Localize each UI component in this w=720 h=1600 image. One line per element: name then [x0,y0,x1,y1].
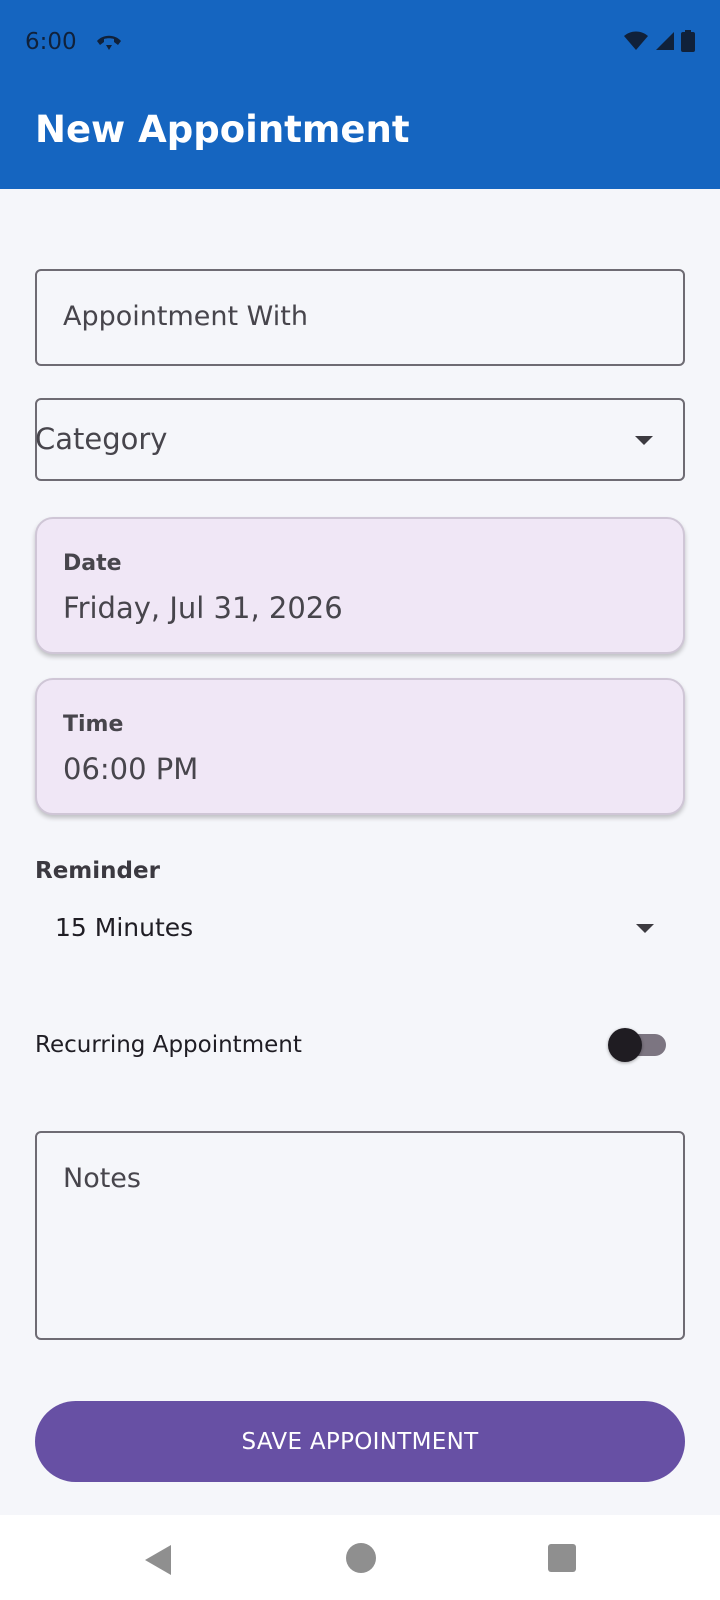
call-end-icon [97,35,121,50]
appointment-with-placeholder: Appointment With [63,301,308,332]
recurring-row: Recurring Appointment [35,1020,685,1070]
cellular-signal-icon [656,32,674,50]
status-icons [623,30,695,52]
app-bar: New Appointment [0,88,720,189]
date-value: Friday, Jul 31, 2026 [63,591,343,625]
back-icon[interactable] [145,1545,171,1575]
system-nav-bar [0,1515,720,1600]
dropdown-arrow-icon [635,436,653,445]
time-value: 06:00 PM [63,752,199,786]
time-label: Time [63,712,124,737]
date-label: Date [63,551,122,576]
toggle-thumb [608,1028,642,1062]
save-appointment-button[interactable]: SAVE APPOINTMENT [35,1401,685,1482]
recents-icon[interactable] [548,1544,576,1572]
category-placeholder: Category [35,422,168,456]
notes-placeholder: Notes [63,1163,141,1194]
date-picker-card[interactable]: Date Friday, Jul 31, 2026 [35,517,685,654]
recurring-toggle[interactable] [608,1028,666,1062]
status-time: 6:00 [25,29,77,55]
reminder-value: 15 Minutes [55,913,194,942]
status-bar: 6:00 [0,0,720,88]
wifi-icon [624,31,648,50]
dropdown-arrow-icon [636,924,654,933]
category-dropdown[interactable]: Category [35,398,685,481]
reminder-label: Reminder [35,858,160,884]
notes-field[interactable]: Notes [35,1131,685,1340]
battery-icon [681,30,695,52]
reminder-dropdown[interactable]: 15 Minutes [35,898,685,958]
appointment-with-field[interactable]: Appointment With [35,269,685,366]
page-title: New Appointment [35,108,410,151]
time-picker-card[interactable]: Time 06:00 PM [35,678,685,815]
recurring-label: Recurring Appointment [35,1032,302,1058]
home-icon[interactable] [346,1543,376,1573]
